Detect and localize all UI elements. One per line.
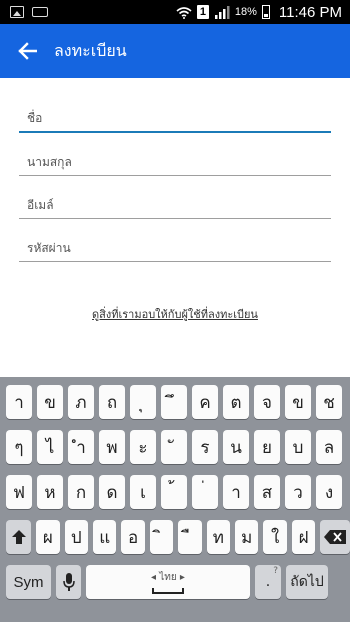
backspace-key[interactable]: [320, 520, 350, 554]
first-name-input[interactable]: [19, 101, 331, 133]
space-bar-icon: [152, 588, 184, 594]
key[interactable]: ุ: [130, 385, 156, 419]
shift-key[interactable]: [6, 520, 32, 554]
key[interactable]: ง: [316, 475, 342, 509]
key[interactable]: ข: [285, 385, 311, 419]
keyboard-notification-icon: [32, 7, 48, 17]
keyboard-row-2: ๆ ไ ำ พ ะ ั ร น ย บ ล: [0, 430, 350, 466]
key[interactable]: ำ: [68, 430, 94, 464]
last-name-field-wrapper: [19, 133, 331, 176]
key[interactable]: ่: [192, 475, 218, 509]
key[interactable]: ร: [192, 430, 218, 464]
key[interactable]: ไ: [37, 430, 63, 464]
status-bar: 1 18% 11:46 PM: [0, 0, 350, 24]
sym-key[interactable]: Sym: [6, 565, 51, 599]
backspace-icon: [324, 530, 347, 544]
key[interactable]: น: [223, 430, 249, 464]
wifi-icon: [176, 6, 192, 19]
key[interactable]: า: [6, 385, 32, 419]
registered-benefits-link[interactable]: ดูสิ่งที่เรามอบให้กับผู้ใช้ที่ลงทะเบียน: [0, 305, 350, 323]
key[interactable]: ถ: [99, 385, 125, 419]
gallery-icon: [10, 6, 24, 18]
key[interactable]: ื: [178, 520, 202, 554]
key[interactable]: อ: [121, 520, 145, 554]
arrow-left-icon: [18, 42, 37, 60]
key[interactable]: ึ: [161, 385, 187, 419]
key[interactable]: ล: [316, 430, 342, 464]
key[interactable]: ท: [206, 520, 231, 554]
password-input[interactable]: [19, 230, 331, 262]
next-key[interactable]: ถัดไป: [286, 565, 328, 599]
sim-icon: 1: [196, 5, 209, 19]
key[interactable]: ป: [64, 520, 89, 554]
signal-icon: [214, 6, 230, 19]
key[interactable]: ต: [223, 385, 249, 419]
key[interactable]: ผ: [36, 520, 60, 554]
password-field-wrapper: [19, 219, 331, 262]
key[interactable]: ใ: [263, 520, 287, 554]
last-name-input[interactable]: [19, 144, 331, 176]
shift-arrow-icon: [11, 530, 26, 544]
key[interactable]: ด: [99, 475, 125, 509]
key[interactable]: ั: [161, 430, 187, 464]
space-language-label: ◂ ไทย ▸: [151, 572, 185, 583]
key[interactable]: ฟ: [6, 475, 32, 509]
key[interactable]: ช: [316, 385, 342, 419]
keyboard-row-5: Sym ◂ ไทย ▸ ? . ถัดไป: [0, 565, 350, 601]
email-field-wrapper: [19, 176, 331, 219]
clock: 11:46 PM: [278, 3, 342, 21]
keyboard-row-4: ผ ป แ อ ิ ื ท ม ใ ฝ: [0, 520, 350, 556]
key[interactable]: ส: [254, 475, 280, 509]
key[interactable]: ฝ: [291, 520, 316, 554]
keyboard-row-1: า ข ภ ถ ุ ึ ค ต จ ข ช: [0, 385, 350, 421]
language-name: ไทย: [159, 572, 177, 583]
key[interactable]: ห: [37, 475, 63, 509]
app-bar: ลงทะเบียน: [0, 24, 350, 78]
page-title: ลงทะเบียน: [54, 40, 127, 60]
battery-percent: 18%: [234, 6, 257, 18]
key[interactable]: ย: [254, 430, 280, 464]
key[interactable]: ข: [37, 385, 63, 419]
registration-form: [19, 90, 331, 262]
key[interactable]: ก: [68, 475, 94, 509]
key[interactable]: พ: [99, 430, 125, 464]
on-screen-keyboard: า ข ภ ถ ุ ึ ค ต จ ข ช ๆ ไ ำ พ ะ ั ร น ย …: [0, 377, 350, 622]
first-name-field-wrapper: [19, 90, 331, 133]
microphone-icon: [62, 573, 75, 591]
key[interactable]: ภ: [68, 385, 94, 419]
key[interactable]: จ: [254, 385, 280, 419]
key[interactable]: ว: [285, 475, 311, 509]
key[interactable]: ค: [192, 385, 218, 419]
key[interactable]: บ: [285, 430, 311, 464]
back-button[interactable]: [0, 24, 54, 78]
punctuation-key[interactable]: ? .: [255, 565, 281, 599]
battery-icon: [261, 5, 270, 19]
key[interactable]: า: [223, 475, 249, 509]
punctuation-label: .: [265, 574, 271, 590]
voice-input-key[interactable]: [56, 565, 81, 599]
key[interactable]: เ: [130, 475, 156, 509]
key[interactable]: ิ: [149, 520, 174, 554]
keyboard-row-3: ฟ ห ก ด เ ้ ่ า ส ว ง: [0, 475, 350, 511]
key[interactable]: ม: [235, 520, 259, 554]
key[interactable]: ้: [161, 475, 187, 509]
punctuation-hint: ?: [273, 566, 278, 576]
key[interactable]: ะ: [130, 430, 156, 464]
space-key[interactable]: ◂ ไทย ▸: [86, 565, 250, 599]
key[interactable]: ๆ: [6, 430, 32, 464]
email-input[interactable]: [19, 187, 331, 219]
key[interactable]: แ: [93, 520, 117, 554]
